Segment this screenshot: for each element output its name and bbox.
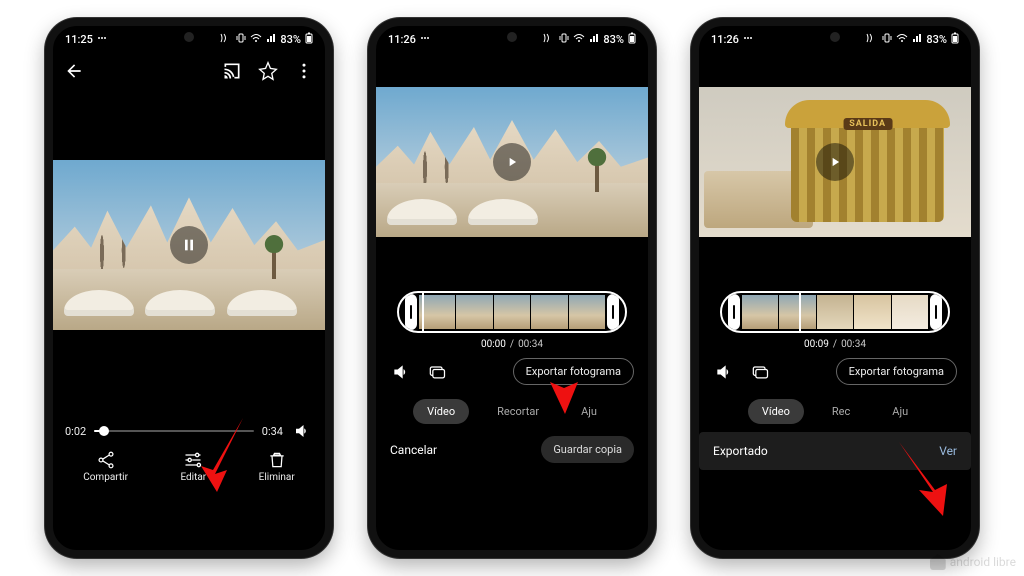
cast-icon[interactable] [221,60,243,82]
progress-total: 0:34 [262,425,283,438]
pause-icon[interactable] [170,226,208,264]
tab-adjust-label: Aju [892,405,908,418]
tab-video-label: Vídeo [427,405,455,418]
trash-icon [267,450,287,470]
status-bar: 11:25 83% [53,26,325,52]
nfc-icon [866,33,878,46]
trim-handle-right[interactable] [930,294,942,330]
editor-tabs: Vídeo Recortar Aju [376,399,648,424]
back-button[interactable] [63,60,85,82]
tab-video[interactable]: Vídeo [413,399,469,424]
playhead[interactable] [422,291,424,333]
ts-current: 00:00 [481,339,506,350]
status-time: 11:26 [711,33,739,46]
signal-icon [912,33,922,46]
ts-total: 00:34 [841,339,866,350]
status-bar: 11:26 83% [699,26,971,52]
tab-crop-label: Rec [832,405,850,418]
timeline-thumbnails[interactable] [742,295,928,329]
phone-screenshot-1: 11:25 83% [45,18,333,558]
share-icon [96,450,116,470]
timeline-timestamps: 00:09 / 00:34 [804,339,866,350]
stabilize-icon[interactable] [749,361,771,383]
tab-crop[interactable]: Rec [818,399,864,424]
trim-handle-left[interactable] [728,294,740,330]
video-progress[interactable]: 0:02 0:34 [53,420,325,442]
timeline-thumbnails[interactable] [419,295,605,329]
delete-button[interactable]: Eliminar [259,450,295,483]
video-preview[interactable] [376,87,648,237]
signal-icon [266,33,276,46]
viewer-topbar [53,52,325,90]
phone-screenshot-3: 11:26 83% SALIDA [691,18,979,558]
battery-icon [628,32,636,47]
cancel-button[interactable]: Cancelar [390,443,437,457]
battery-pct: 83% [280,33,301,46]
playhead[interactable] [799,291,801,333]
mute-icon[interactable] [390,361,412,383]
battery-pct: 83% [603,33,624,46]
viewer-bottombar: Compartir Editar Eliminar [53,442,325,489]
status-time: 11:26 [388,33,416,46]
vibrate-icon [236,33,246,46]
editor-actions-row: Exportar fotograma [699,350,971,385]
export-frame-button[interactable]: Exportar fotograma [836,358,957,385]
overflow-menu-icon[interactable] [293,60,315,82]
nfc-icon [543,33,555,46]
battery-icon [951,32,959,47]
tab-crop-label: Recortar [497,405,539,418]
export-frame-label: Exportar fotograma [849,365,944,378]
tab-adjust[interactable]: Aju [878,399,922,424]
save-copy-button[interactable]: Guardar copia [541,436,634,463]
stabilize-icon[interactable] [426,361,448,383]
watermark-text: android libre [950,555,1016,569]
tab-video[interactable]: Vídeo [748,399,804,424]
nfc-icon [220,33,232,46]
status-notif-icon [97,33,107,46]
wifi-icon [573,33,585,46]
ts-current: 00:09 [804,339,829,350]
video-preview[interactable] [53,160,325,330]
editor-footer: Cancelar Guardar copia [376,424,648,471]
play-icon[interactable] [493,143,531,181]
trim-handle-left[interactable] [405,294,417,330]
progress-current: 0:02 [65,425,86,438]
trim-handle-right[interactable] [607,294,619,330]
wifi-icon [250,33,262,46]
delete-label: Eliminar [259,472,295,483]
tutorial-arrow [889,438,959,518]
status-time: 11:25 [65,33,93,46]
wifi-icon [896,33,908,46]
timeline-timestamps: 00:00 / 00:34 [481,339,543,350]
vibrate-icon [882,33,892,46]
editor-timeline: 00:09 / 00:34 [699,291,971,350]
signal-icon [589,33,599,46]
vibrate-icon [559,33,569,46]
phone-screenshot-2: 11:26 83% [368,18,656,558]
favorite-star-icon[interactable] [257,60,279,82]
editor-timeline: 00:00 / 00:34 [376,291,648,350]
status-bar: 11:26 83% [376,26,648,52]
battery-icon [305,32,313,47]
play-icon[interactable] [816,143,854,181]
scene-sign-text: SALIDA [843,118,892,130]
mute-icon[interactable] [713,361,735,383]
editor-actions-row: Exportar fotograma [376,350,648,385]
toast-text: Exportado [713,444,768,458]
tutorial-arrow [193,414,253,494]
status-notif-icon [420,33,430,46]
tab-video-label: Vídeo [762,405,790,418]
share-label: Compartir [83,472,128,483]
tutorial-arrow [538,336,592,416]
trim-timeline[interactable] [397,291,627,333]
editor-tabs: Vídeo Rec Aju [699,399,971,424]
video-preview[interactable]: SALIDA [699,87,971,237]
status-notif-icon [743,33,753,46]
trim-timeline[interactable] [720,291,950,333]
android-icon [930,554,946,570]
battery-pct: 83% [926,33,947,46]
volume-icon[interactable] [291,420,313,442]
share-button[interactable]: Compartir [83,450,128,483]
watermark: android libre [930,554,1016,570]
